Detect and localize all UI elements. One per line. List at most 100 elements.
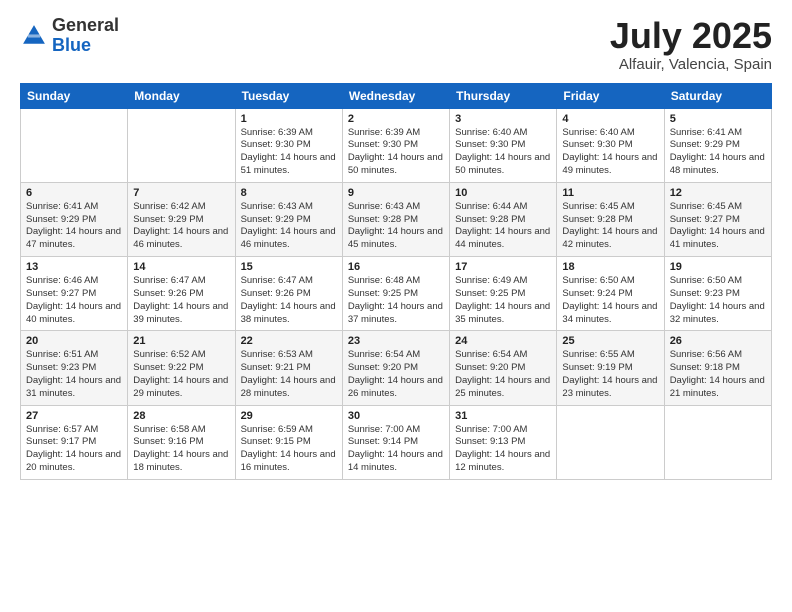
table-row: 3Sunrise: 6:40 AM Sunset: 9:30 PM Daylig… [450,108,557,182]
table-row: 2 Sunrise: 6:39 AM Sunset: 9:30 PM Daylig… [342,108,449,182]
table-row: 16 Sunrise: 6:48 AM Sunset: 9:25 PM Dayli… [342,257,449,331]
table-row: 11 Sunrise: 6:45 AM Sunset: 9:28 PM Dayli… [557,182,664,256]
day-info: Sunrise: 6:47 AM Sunset: 9:26 PM Dayligh… [241,275,337,326]
table-row: 29 Sunrise: 6:59 AM Sunset: 9:15 PM Dayli… [235,405,342,479]
day-number: 22 [241,335,337,347]
calendar-week-row: 1Sunrise: 6:39 AM Sunset: 9:30 PM Daylig… [21,108,772,182]
table-row: 23Sunrise: 6:54 AM Sunset: 9:20 PM Dayli… [342,331,449,405]
day-info: Sunrise: 6:51 AM Sunset: 9:23 PM Dayligh… [26,349,122,400]
day-info: Sunrise: 6:52 AM Sunset: 9:22 PM Dayligh… [133,349,229,400]
day-number: 31 [455,410,551,422]
calendar-week-row: 20 Sunrise: 6:51 AM Sunset: 9:23 PM Dayli… [21,331,772,405]
day-info: Sunrise: 6:39 AM Sunset: 9:30 PM Dayligh… [241,127,337,178]
table-row: 21 Sunrise: 6:52 AM Sunset: 9:22 PM Dayli… [128,331,235,405]
day-number: 7 [133,187,229,199]
day-number: 29 [241,410,337,422]
day-number: 23 [348,335,444,347]
day-number: 21 [133,335,229,347]
table-row: 27Sunrise: 6:57 AM Sunset: 9:17 PM Dayli… [21,405,128,479]
day-info: Sunrise: 6:59 AM Sunset: 9:15 PM Dayligh… [241,424,337,475]
table-row [128,108,235,182]
table-row: 1Sunrise: 6:39 AM Sunset: 9:30 PM Daylig… [235,108,342,182]
day-number: 20 [26,335,122,347]
page: General Blue July 2025 Alfauir, Valencia… [0,0,792,612]
day-info: Sunrise: 6:39 AM Sunset: 9:30 PM Dayligh… [348,127,444,178]
table-row: 25Sunrise: 6:55 AM Sunset: 9:19 PM Dayli… [557,331,664,405]
day-info: Sunrise: 6:44 AM Sunset: 9:28 PM Dayligh… [455,201,551,252]
table-row: 9 Sunrise: 6:43 AM Sunset: 9:28 PM Daylig… [342,182,449,256]
day-number: 30 [348,410,444,422]
day-info: Sunrise: 6:50 AM Sunset: 9:23 PM Dayligh… [670,275,766,326]
calendar-table: Sunday Monday Tuesday Wednesday Thursday… [20,83,772,480]
day-info: Sunrise: 6:56 AM Sunset: 9:18 PM Dayligh… [670,349,766,400]
day-info: Sunrise: 6:54 AM Sunset: 9:20 PM Dayligh… [455,349,551,400]
day-number: 14 [133,261,229,273]
col-tuesday: Tuesday [235,83,342,108]
table-row [557,405,664,479]
table-row: 19Sunrise: 6:50 AM Sunset: 9:23 PM Dayli… [664,257,771,331]
table-row: 28Sunrise: 6:58 AM Sunset: 9:16 PM Dayli… [128,405,235,479]
table-row: 15 Sunrise: 6:47 AM Sunset: 9:26 PM Dayli… [235,257,342,331]
day-number: 18 [562,261,658,273]
table-row: 17 Sunrise: 6:49 AM Sunset: 9:25 PM Dayli… [450,257,557,331]
logo-text: General Blue [52,16,119,56]
col-thursday: Thursday [450,83,557,108]
day-number: 28 [133,410,229,422]
table-row: 4Sunrise: 6:40 AM Sunset: 9:30 PM Daylig… [557,108,664,182]
day-info: Sunrise: 6:47 AM Sunset: 9:26 PM Dayligh… [133,275,229,326]
day-info: Sunrise: 6:48 AM Sunset: 9:25 PM Dayligh… [348,275,444,326]
day-info: Sunrise: 6:46 AM Sunset: 9:27 PM Dayligh… [26,275,122,326]
logo-blue-text: Blue [52,35,91,55]
day-info: Sunrise: 6:43 AM Sunset: 9:28 PM Dayligh… [348,201,444,252]
title-block: July 2025 Alfauir, Valencia, Spain [610,16,772,73]
day-number: 12 [670,187,766,199]
table-row: 13 Sunrise: 6:46 AM Sunset: 9:27 PM Dayli… [21,257,128,331]
day-info: Sunrise: 6:45 AM Sunset: 9:27 PM Dayligh… [670,201,766,252]
day-number: 8 [241,187,337,199]
col-friday: Friday [557,83,664,108]
day-info: Sunrise: 6:42 AM Sunset: 9:29 PM Dayligh… [133,201,229,252]
day-info: Sunrise: 7:00 AM Sunset: 9:13 PM Dayligh… [455,424,551,475]
day-number: 2 [348,113,444,125]
table-row: 14 Sunrise: 6:47 AM Sunset: 9:26 PM Dayli… [128,257,235,331]
day-number: 17 [455,261,551,273]
day-number: 16 [348,261,444,273]
day-info: Sunrise: 6:40 AM Sunset: 9:30 PM Dayligh… [562,127,658,178]
day-info: Sunrise: 6:57 AM Sunset: 9:17 PM Dayligh… [26,424,122,475]
day-number: 10 [455,187,551,199]
day-number: 26 [670,335,766,347]
day-info: Sunrise: 6:49 AM Sunset: 9:25 PM Dayligh… [455,275,551,326]
day-number: 9 [348,187,444,199]
day-number: 6 [26,187,122,199]
table-row: 8 Sunrise: 6:43 AM Sunset: 9:29 PM Daylig… [235,182,342,256]
col-monday: Monday [128,83,235,108]
day-info: Sunrise: 6:45 AM Sunset: 9:28 PM Dayligh… [562,201,658,252]
col-sunday: Sunday [21,83,128,108]
table-row: 10 Sunrise: 6:44 AM Sunset: 9:28 PM Dayli… [450,182,557,256]
table-row: 5 Sunrise: 6:41 AM Sunset: 9:29 PM Daylig… [664,108,771,182]
table-row: 18 Sunrise: 6:50 AM Sunset: 9:24 PM Dayli… [557,257,664,331]
table-row: 6Sunrise: 6:41 AM Sunset: 9:29 PM Daylig… [21,182,128,256]
table-row: 7 Sunrise: 6:42 AM Sunset: 9:29 PM Daylig… [128,182,235,256]
logo-general-text: General [52,15,119,35]
day-number: 15 [241,261,337,273]
title-month: July 2025 [610,16,772,56]
day-info: Sunrise: 6:55 AM Sunset: 9:19 PM Dayligh… [562,349,658,400]
col-saturday: Saturday [664,83,771,108]
calendar-week-row: 13 Sunrise: 6:46 AM Sunset: 9:27 PM Dayli… [21,257,772,331]
day-info: Sunrise: 6:41 AM Sunset: 9:29 PM Dayligh… [670,127,766,178]
day-number: 13 [26,261,122,273]
col-wednesday: Wednesday [342,83,449,108]
table-row: 24Sunrise: 6:54 AM Sunset: 9:20 PM Dayli… [450,331,557,405]
day-info: Sunrise: 6:43 AM Sunset: 9:29 PM Dayligh… [241,201,337,252]
day-info: Sunrise: 6:40 AM Sunset: 9:30 PM Dayligh… [455,127,551,178]
logo: General Blue [20,16,119,56]
title-location: Alfauir, Valencia, Spain [610,56,772,73]
table-row: 30 Sunrise: 7:00 AM Sunset: 9:14 PM Dayli… [342,405,449,479]
day-info: Sunrise: 6:50 AM Sunset: 9:24 PM Dayligh… [562,275,658,326]
day-info: Sunrise: 7:00 AM Sunset: 9:14 PM Dayligh… [348,424,444,475]
day-number: 11 [562,187,658,199]
calendar-header-row: Sunday Monday Tuesday Wednesday Thursday… [21,83,772,108]
table-row [21,108,128,182]
day-number: 5 [670,113,766,125]
